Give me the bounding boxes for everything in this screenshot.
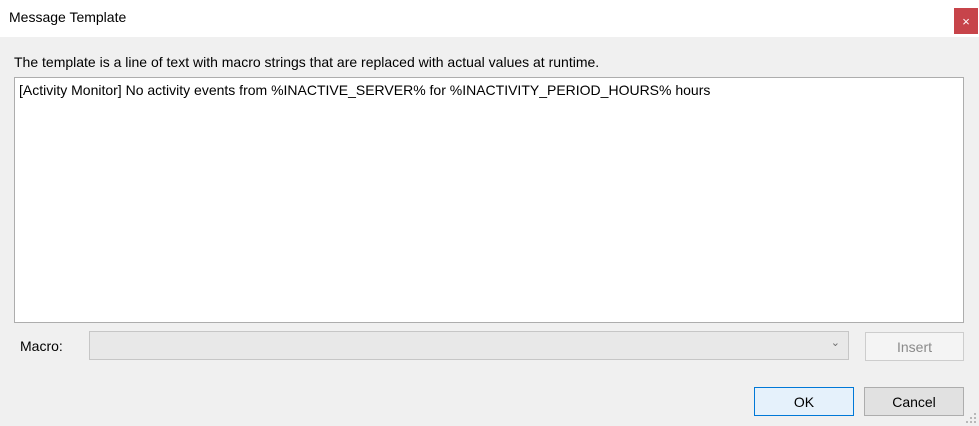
cancel-button[interactable]: Cancel [864, 387, 964, 416]
resize-grip-icon[interactable] [965, 412, 977, 424]
macro-label: Macro: [20, 338, 63, 354]
close-icon: × [962, 13, 970, 29]
title-bar[interactable]: Message Template × [0, 0, 979, 37]
close-button[interactable]: × [954, 8, 978, 34]
macro-dropdown[interactable]: ⌄ [89, 331, 849, 360]
template-textarea[interactable]: [Activity Monitor] No activity events fr… [14, 77, 964, 323]
window-title: Message Template [9, 9, 127, 25]
ok-button[interactable]: OK [754, 387, 854, 416]
template-value: [Activity Monitor] No activity events fr… [19, 82, 711, 98]
description-text: The template is a line of text with macr… [14, 54, 600, 70]
insert-button[interactable]: Insert [865, 332, 964, 361]
chevron-down-icon: ⌄ [830, 337, 840, 349]
